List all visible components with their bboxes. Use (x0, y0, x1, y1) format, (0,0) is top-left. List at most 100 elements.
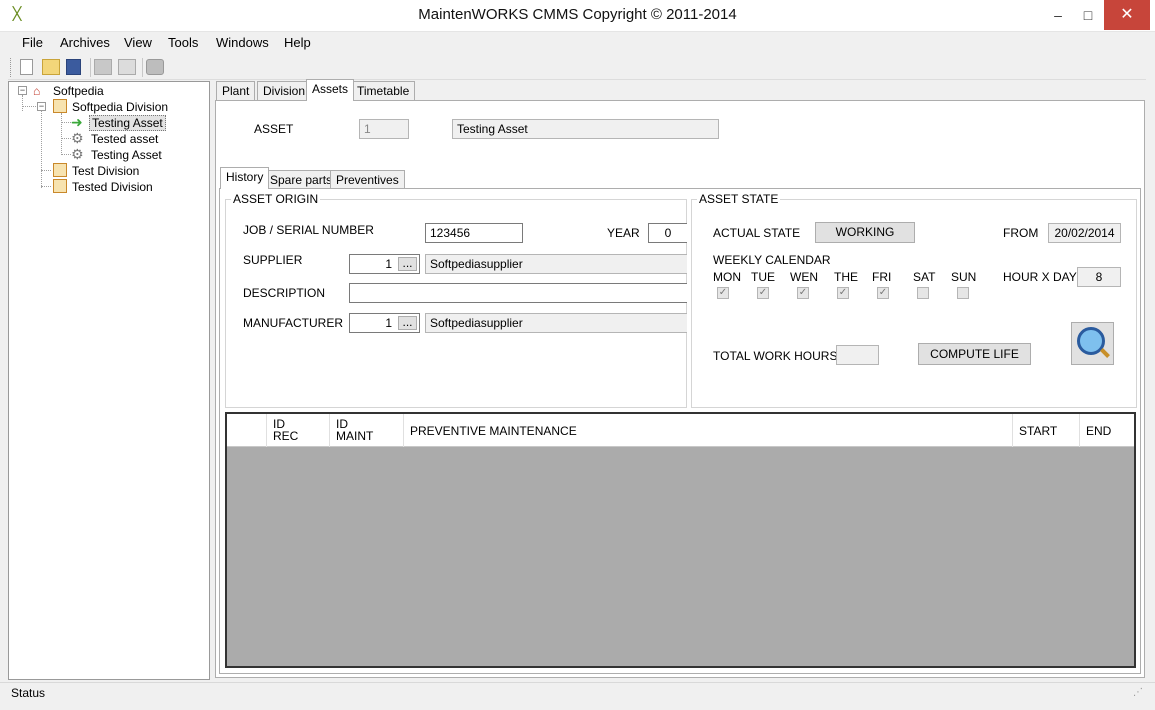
tab-division[interactable]: Division (257, 81, 312, 101)
tab-history[interactable]: History (220, 167, 270, 189)
menu-archives[interactable]: Archives (60, 35, 110, 50)
day-label-the: THE (834, 270, 858, 284)
column-start[interactable]: START (1013, 414, 1080, 447)
menu-help[interactable]: Help (284, 35, 311, 50)
menu-view[interactable]: View (124, 35, 152, 50)
close-button[interactable]: ✕ (1104, 0, 1150, 30)
collapse-icon[interactable]: − (37, 102, 46, 111)
checkbox-fri[interactable]: ✓ (877, 287, 889, 299)
maximize-button[interactable]: □ (1073, 0, 1103, 30)
checkbox-wen[interactable]: ✓ (797, 287, 809, 299)
manufacturer-name-field[interactable]: Softpediasupplier (425, 313, 687, 333)
print-preview-icon[interactable] (118, 59, 136, 75)
description-label: DESCRIPTION (243, 286, 326, 300)
tree-item-tested-asset[interactable]: Tested asset (89, 131, 160, 147)
hours-per-day-label: HOUR X DAY (1003, 270, 1077, 284)
search-button[interactable] (1071, 322, 1114, 365)
manufacturer-picker: 1 ... (349, 313, 420, 333)
open-folder-icon[interactable] (42, 59, 60, 75)
column-id-maint[interactable]: ID MAINT (330, 414, 404, 447)
tree-item-label: Test Division (72, 164, 140, 178)
menu-bar: File Archives View Tools Windows Help (0, 32, 1155, 54)
print-icon[interactable] (94, 59, 112, 75)
supplier-id[interactable]: 1 (354, 257, 392, 271)
tree-item-softpedia-division[interactable]: Softpedia Division (70, 99, 170, 115)
description-field[interactable] (349, 283, 687, 303)
tree-line (22, 106, 36, 107)
column-preventive-maintenance[interactable]: PREVENTIVE MAINTENANCE (404, 414, 1013, 447)
toolbar-grip[interactable] (10, 58, 13, 77)
menu-file[interactable]: File (22, 35, 43, 50)
from-date-field[interactable]: 20/02/2014 (1048, 223, 1121, 243)
status-bar: Status ⋰ (0, 682, 1155, 704)
column-end[interactable]: END (1080, 414, 1134, 447)
magnifier-handle-icon (1100, 348, 1110, 358)
clipboard-icon (53, 179, 67, 193)
column-id-rec[interactable]: ID REC (267, 414, 330, 447)
status-text: Status (11, 686, 46, 700)
manufacturer-label: MANUFACTURER (243, 316, 344, 330)
total-work-hours-field[interactable] (836, 345, 879, 365)
serial-number-field[interactable]: 123456 (425, 223, 523, 243)
tree-item-label: Tested asset (91, 132, 159, 146)
supplier-picker: 1 ... (349, 254, 420, 274)
window-title: MaintenWORKS CMMS Copyright © 2011-2014 (418, 6, 737, 23)
grid-row-header-column[interactable] (227, 414, 267, 447)
menu-tools[interactable]: Tools (168, 35, 198, 50)
preventive-maintenance-grid[interactable]: ID REC ID MAINT PREVENTIVE MAINTENANCE S… (225, 412, 1136, 668)
resize-grip-icon[interactable]: ⋰ (1133, 687, 1143, 698)
minimize-button[interactable]: – (1043, 0, 1073, 30)
tree-item-softpedia[interactable]: Softpedia (51, 83, 106, 99)
from-label: FROM (1003, 226, 1039, 240)
checkbox-the[interactable]: ✓ (837, 287, 849, 299)
tree-item-label: Tested Division (72, 180, 153, 194)
toolbar-separator (90, 58, 91, 77)
database-icon[interactable] (146, 59, 164, 75)
asset-tree[interactable]: − ⌂ Softpedia − Softpedia Division ➜ Tes… (8, 81, 210, 680)
checkbox-sat[interactable] (917, 287, 929, 299)
tree-item-test-division[interactable]: Test Division (70, 163, 141, 179)
title-bar: ᚷ MaintenWORKS CMMS Copyright © 2011-201… (0, 0, 1155, 32)
supplier-browse-button[interactable]: ... (398, 257, 417, 271)
tab-plant[interactable]: Plant (216, 81, 256, 101)
year-label: YEAR (607, 226, 640, 240)
tree-item-tested-division[interactable]: Tested Division (70, 179, 155, 195)
menu-windows[interactable]: Windows (216, 35, 269, 50)
asset-state-title: ASSET STATE (697, 192, 781, 206)
day-label-tue: TUE (751, 270, 775, 284)
tab-timetable[interactable]: Timetable (351, 81, 416, 101)
tree-item-testing-asset[interactable]: Testing Asset (89, 147, 164, 163)
asset-id-field[interactable]: 1 (359, 119, 409, 139)
weekly-calendar-label: WEEKLY CALENDAR (713, 253, 831, 267)
collapse-icon[interactable]: − (18, 86, 27, 95)
tree-item-label: Testing Asset (89, 115, 166, 131)
day-label-mon: MON (713, 270, 741, 284)
hours-per-day-field[interactable]: 8 (1077, 267, 1121, 287)
compute-life-button[interactable]: COMPUTE LIFE (918, 343, 1031, 365)
supplier-name-field[interactable]: Softpediasupplier (425, 254, 687, 274)
checkbox-sun[interactable] (957, 287, 969, 299)
tree-line (22, 95, 23, 111)
manufacturer-browse-button[interactable]: ... (398, 316, 417, 330)
tree-line (61, 138, 71, 139)
toolbar-separator (142, 58, 143, 77)
tab-assets[interactable]: Assets (306, 79, 355, 101)
manufacturer-id[interactable]: 1 (354, 316, 392, 330)
checkbox-tue[interactable]: ✓ (757, 287, 769, 299)
tab-preventives[interactable]: Preventives (330, 170, 405, 190)
tree-line (41, 170, 51, 171)
day-label-wen: WEN (790, 270, 818, 284)
tab-spare-parts[interactable]: Spare parts (264, 170, 339, 190)
asset-name-field[interactable]: Testing Asset (452, 119, 719, 139)
actual-state-field[interactable]: WORKING (815, 222, 915, 243)
checkbox-mon[interactable]: ✓ (717, 287, 729, 299)
tree-line (41, 186, 51, 187)
new-file-icon[interactable] (20, 59, 33, 75)
save-icon[interactable] (66, 59, 81, 75)
tree-item-testing-asset-selected[interactable]: Testing Asset (89, 115, 166, 131)
clipboard-icon (53, 99, 67, 113)
tree-item-label: Softpedia Division (72, 100, 169, 114)
asset-origin-title: ASSET ORIGIN (231, 192, 321, 206)
plant-icon: ⌂ (33, 84, 41, 98)
year-field[interactable]: 0 (648, 223, 687, 243)
